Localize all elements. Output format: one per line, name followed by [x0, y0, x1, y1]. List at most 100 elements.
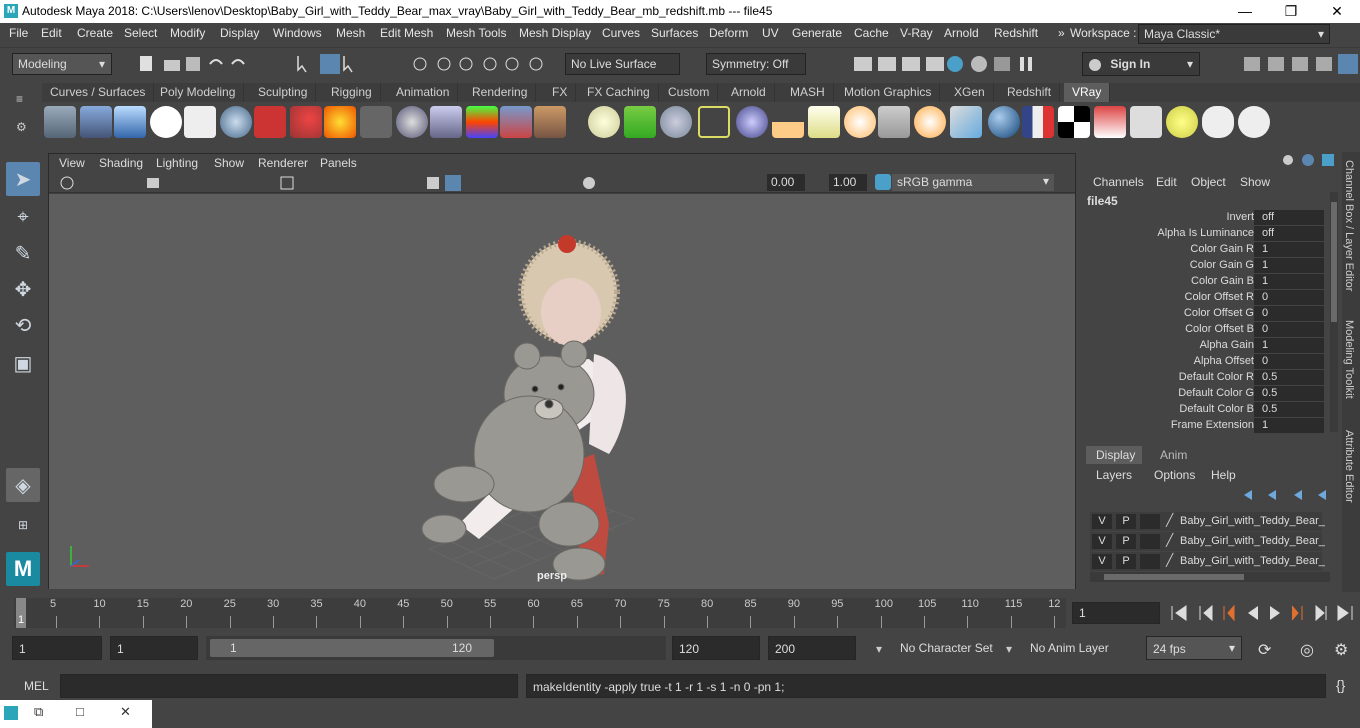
current-frame-field[interactable]: 1: [1072, 602, 1160, 624]
layers-menu-options[interactable]: Options: [1154, 468, 1195, 482]
tab-arnold[interactable]: Arnold: [723, 83, 775, 102]
3d-scene-view[interactable]: persp: [49, 194, 1075, 589]
tab-rigging[interactable]: Rigging: [323, 83, 381, 102]
shelf-menu-icon[interactable]: ≡: [16, 92, 23, 106]
attr-value[interactable]: 0: [1254, 306, 1324, 321]
attr-row[interactable]: Color Offset R0: [1084, 290, 1340, 306]
vray-dome-icon[interactable]: [588, 106, 620, 138]
layout-quad-icon[interactable]: ⊞: [6, 508, 40, 542]
attr-row[interactable]: Default Color B 0.5: [1084, 402, 1340, 418]
vp-menu-show[interactable]: Show: [214, 156, 244, 170]
move-tool-icon[interactable]: ✥: [6, 272, 40, 306]
menu-cache[interactable]: Cache: [854, 26, 889, 40]
color-management-icon[interactable]: [875, 174, 891, 190]
vp-menu-panels[interactable]: Panels: [320, 156, 357, 170]
layer-hscrollbar[interactable]: [1090, 572, 1330, 582]
attr-value[interactable]: 0: [1254, 290, 1324, 305]
attr-value[interactable]: 0: [1254, 322, 1324, 337]
vray-mesh-light-icon[interactable]: [988, 106, 1020, 138]
exposure-field[interactable]: 0.00: [767, 174, 805, 191]
vray-sun-icon[interactable]: [772, 106, 804, 138]
vray-bulb-icon[interactable]: [1166, 106, 1198, 138]
vray-fur-icon[interactable]: [624, 106, 656, 138]
menu-deform[interactable]: Deform: [709, 26, 748, 40]
selection-mask-group[interactable]: [294, 54, 364, 74]
attr-row[interactable]: Default Color R 0.5: [1084, 370, 1340, 386]
vray-plane-icon[interactable]: [360, 106, 392, 138]
attr-value[interactable]: 1: [1254, 418, 1324, 433]
menu-select[interactable]: Select: [124, 26, 157, 40]
vray-proxy-icon[interactable]: [80, 106, 112, 138]
tab-sculpting[interactable]: Sculpting: [250, 83, 317, 102]
attr-row[interactable]: Alpha Gain 1: [1084, 338, 1340, 354]
vray-sphere-fade-icon[interactable]: [736, 106, 768, 138]
playback-controls[interactable]: [1168, 604, 1358, 622]
tab-fx-caching[interactable]: FX Caching: [579, 83, 659, 102]
chevron-down-icon[interactable]: ▾: [1006, 642, 1012, 656]
snap-tools-group[interactable]: [410, 54, 560, 74]
vray-fire-icon[interactable]: [324, 106, 356, 138]
scrollbar-thumb[interactable]: [1331, 202, 1337, 322]
tab-anim[interactable]: Anim: [1160, 448, 1187, 462]
maximize-button[interactable]: ❐: [1268, 0, 1314, 23]
script-editor-icon[interactable]: {}: [1336, 677, 1345, 693]
attr-row[interactable]: Color Offset B0: [1084, 322, 1340, 338]
select-tool-icon[interactable]: ➤: [6, 162, 40, 196]
layer-display-type[interactable]: [1140, 514, 1160, 529]
vray-cone-icon[interactable]: [430, 106, 462, 138]
workspace-dropdown[interactable]: Maya Classic* ▾: [1138, 24, 1330, 44]
tab-attribute-editor[interactable]: Attribute Editor: [1343, 430, 1355, 503]
attr-value[interactable]: 0.5: [1254, 402, 1324, 417]
maximize-icon[interactable]: □: [76, 704, 84, 719]
vp-menu-lighting[interactable]: Lighting: [156, 156, 198, 170]
attr-value[interactable]: 1: [1254, 242, 1324, 257]
layer-display-type[interactable]: [1140, 554, 1160, 569]
menu-uv[interactable]: UV: [762, 26, 779, 40]
tab-motion-graphics[interactable]: Motion Graphics: [836, 83, 941, 102]
layers-menu-help[interactable]: Help: [1211, 468, 1236, 482]
layer-row[interactable]: V P ╱ Baby_Girl_with_Teddy_Bear_: [1090, 552, 1325, 571]
restore-icon[interactable]: ⧉: [34, 704, 43, 720]
vp-menu-shading[interactable]: Shading: [99, 156, 143, 170]
attr-row[interactable]: Alpha Is Luminance off: [1084, 226, 1340, 242]
attr-row[interactable]: Default Color G 0.5: [1084, 386, 1340, 402]
vray-displacement-icon[interactable]: [500, 106, 532, 138]
menu-curves[interactable]: Curves: [602, 26, 640, 40]
character-set-dropdown[interactable]: No Character Set: [894, 636, 996, 660]
panel-toggle-group[interactable]: [1240, 54, 1358, 76]
menu-windows[interactable]: Windows: [273, 26, 322, 40]
tab-poly-modeling[interactable]: Poly Modeling: [152, 83, 245, 102]
paint-select-icon[interactable]: ✎: [6, 236, 40, 270]
vray-wood-icon[interactable]: [534, 106, 566, 138]
attr-value[interactable]: 0: [1254, 354, 1324, 369]
animation-end-field[interactable]: 200: [768, 636, 856, 660]
attr-value[interactable]: off: [1254, 210, 1324, 225]
live-surface-field[interactable]: No Live Surface: [565, 53, 680, 75]
layer-row[interactable]: V P ╱ Baby_Girl_with_Teddy_Bear_: [1090, 532, 1325, 551]
vray-render-sphere-icon[interactable]: [220, 106, 252, 138]
lasso-tool-icon[interactable]: ⌖: [6, 200, 40, 234]
menu-overflow-button[interactable]: »: [1058, 26, 1065, 40]
tab-xgen[interactable]: XGen: [946, 83, 994, 102]
minimized-window[interactable]: ⧉ □ ✕: [0, 700, 152, 728]
vp-menu-view[interactable]: View: [59, 156, 85, 170]
menu-surfaces[interactable]: Surfaces: [651, 26, 698, 40]
menu-mesh-display[interactable]: Mesh Display: [519, 26, 591, 40]
scale-tool-icon[interactable]: ▣: [6, 346, 40, 380]
attr-value[interactable]: 1: [1254, 338, 1324, 353]
close-icon[interactable]: ✕: [120, 704, 131, 720]
tab-custom[interactable]: Custom: [660, 83, 719, 102]
anim-layer-dropdown[interactable]: No Anim Layer: [1024, 636, 1128, 660]
layer-actions[interactable]: [1242, 488, 1332, 502]
attr-row[interactable]: Color Gain B1: [1084, 274, 1340, 290]
attr-row[interactable]: Color Gain R1: [1084, 242, 1340, 258]
attr-row[interactable]: Color Offset G0: [1084, 306, 1340, 322]
tab-rendering[interactable]: Rendering: [464, 83, 537, 102]
loop-icon[interactable]: ⟳: [1258, 640, 1271, 660]
script-language-label[interactable]: MEL: [24, 679, 49, 693]
timeline-track[interactable]: 1 5 10 15 20 25 30 35 40 45 50 55 60 65 70 75 80 85 90 95 1…: [14, 598, 1066, 628]
vray-sphere-light-icon[interactable]: [396, 106, 428, 138]
layout-single-icon[interactable]: ◈: [6, 468, 40, 502]
menu-create[interactable]: Create: [77, 26, 113, 40]
menu-vray[interactable]: V-Ray: [900, 26, 933, 40]
